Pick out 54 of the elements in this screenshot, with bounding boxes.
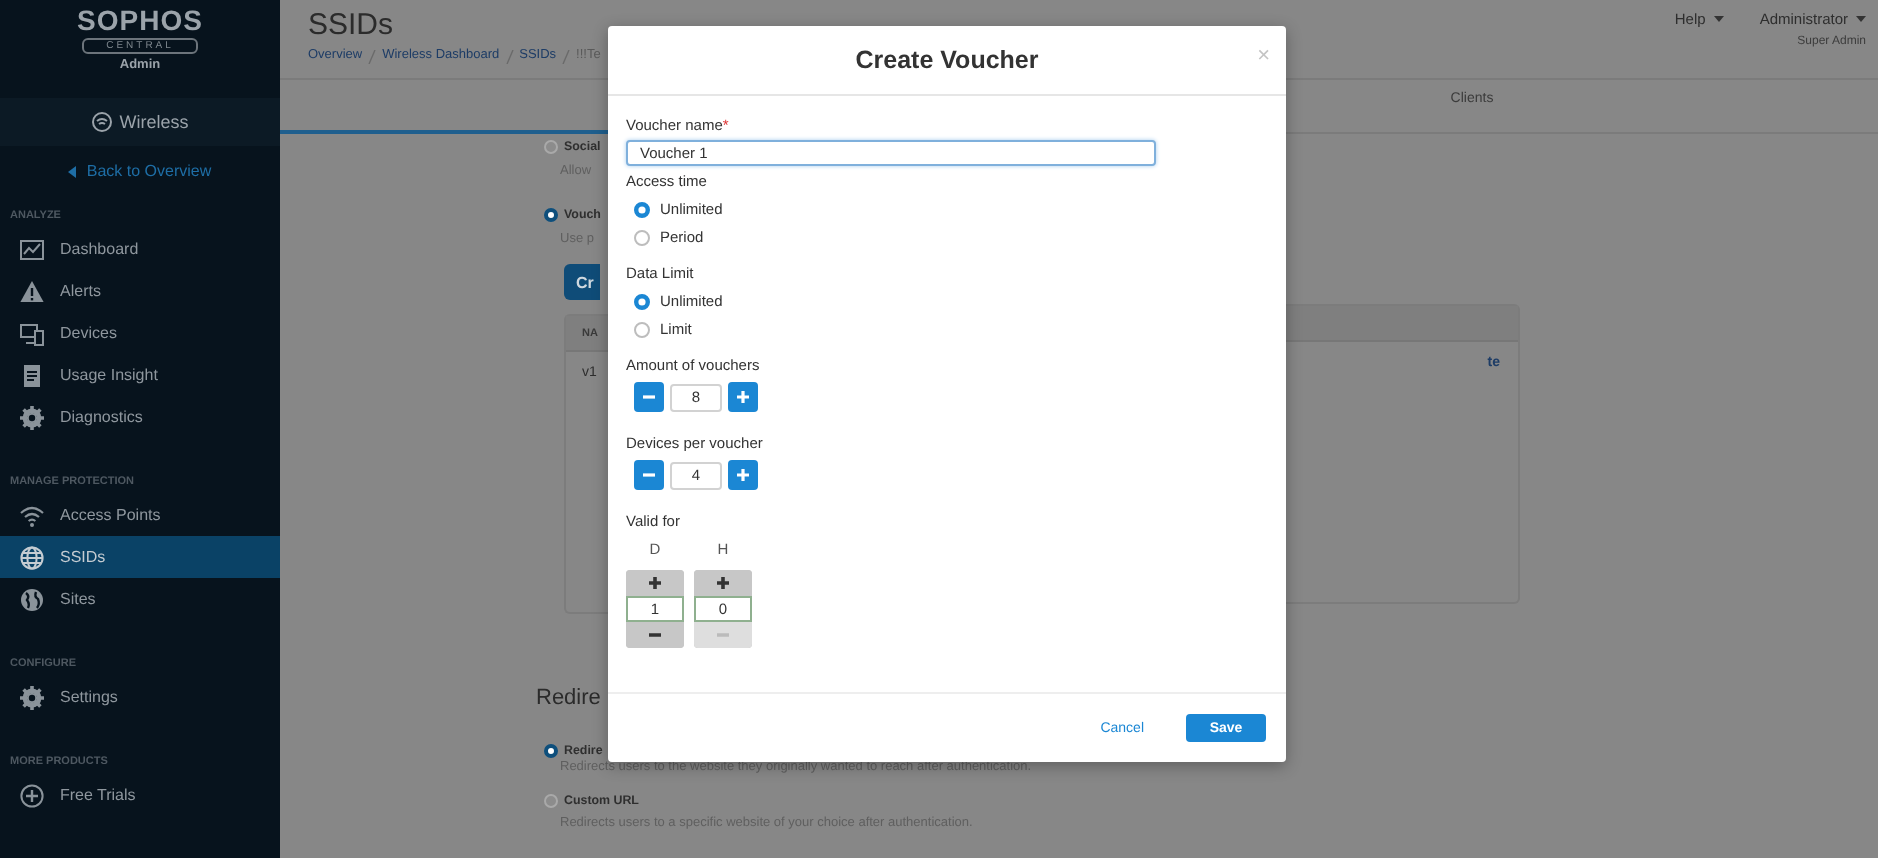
breadcrumb-separator <box>505 50 514 64</box>
nav-item[interactable]: Dashboard <box>0 228 280 270</box>
plus-icon <box>736 468 750 482</box>
nav-item[interactable]: Access Points <box>0 494 280 536</box>
section-heading: Redire <box>536 686 603 710</box>
minus-icon <box>648 628 662 642</box>
radio-icon <box>544 140 558 154</box>
nav-item[interactable]: Usage Insight <box>0 354 280 396</box>
radio-icon <box>544 794 558 808</box>
nav-item[interactable]: Diagnostics <box>0 396 280 438</box>
caret-down-icon <box>1713 16 1724 22</box>
settings-icon <box>20 405 44 429</box>
radio-selected-icon[interactable] <box>634 293 650 309</box>
increment-button[interactable] <box>728 382 758 412</box>
plus-icon <box>648 576 662 590</box>
decrement-button[interactable] <box>634 382 664 412</box>
warning-icon <box>20 279 44 303</box>
globe-icon <box>20 587 44 611</box>
nav-item[interactable]: Devices <box>0 312 280 354</box>
wifi-icon <box>20 503 44 527</box>
nav-item[interactable]: Free Trials <box>0 774 280 816</box>
page-title: SSIDs <box>308 10 396 42</box>
breadcrumb-separator <box>562 50 571 64</box>
nav-item[interactable]: Sites <box>0 578 280 620</box>
caret-down-icon <box>1856 16 1866 22</box>
radio-icon[interactable] <box>634 321 650 337</box>
decrement-button[interactable] <box>634 460 664 490</box>
logo: SOPHOS <box>77 6 203 36</box>
document-icon <box>20 363 44 387</box>
breadcrumb-separator <box>368 50 377 64</box>
caret-left-icon <box>68 165 77 177</box>
chart-icon <box>20 237 44 261</box>
nav-item[interactable]: SSIDs <box>0 536 280 578</box>
globe-icon <box>20 545 44 569</box>
create-button[interactable]: Cr <box>564 264 600 300</box>
section-title: Wireless <box>119 112 189 132</box>
plus-icon <box>736 390 750 404</box>
dialog-title: Create Voucher <box>855 46 1039 74</box>
nav-item[interactable]: Alerts <box>0 270 280 312</box>
plus-icon <box>716 576 730 590</box>
radio-selected-icon <box>544 744 558 758</box>
nav-item[interactable]: Settings <box>0 676 280 718</box>
devices-icon <box>20 321 44 345</box>
minus-icon <box>716 628 730 642</box>
settings-icon <box>20 685 44 709</box>
radio-icon[interactable] <box>634 229 650 245</box>
plus-circle-icon <box>20 783 44 807</box>
increment-button[interactable] <box>728 460 758 490</box>
radio-selected-icon[interactable] <box>634 201 650 217</box>
back-link[interactable]: Back to Overview <box>86 162 212 180</box>
wifi-icon <box>91 112 112 132</box>
minus-icon <box>642 468 656 482</box>
minus-icon <box>642 390 656 404</box>
radio-selected-icon <box>544 208 558 222</box>
